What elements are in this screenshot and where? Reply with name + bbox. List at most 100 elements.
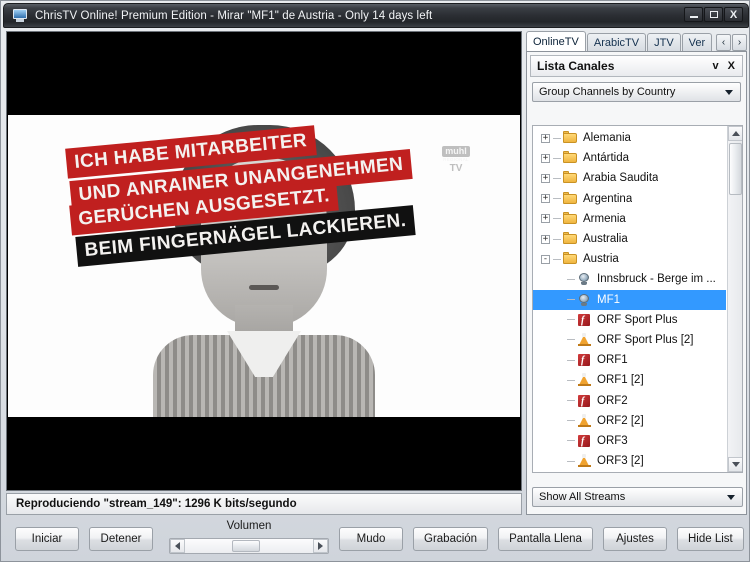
tab-next-icon[interactable]: ›: [732, 34, 747, 51]
watermark-bottom-text: TV: [449, 163, 463, 175]
tree-row-selected[interactable]: MF1: [533, 289, 726, 310]
tree-row[interactable]: + Armenia: [533, 209, 726, 229]
group-channels-combo[interactable]: Group Channels by Country: [532, 82, 741, 102]
collapse-icon[interactable]: v: [713, 60, 719, 72]
tree-row[interactable]: + Australia: [533, 229, 726, 249]
flash-icon: f: [577, 313, 592, 327]
watermark-mid-text: REGIONAL: [443, 157, 469, 163]
panel-tabs: OnlineTV ArabicTV JTV Ver ‹ ›: [526, 31, 747, 51]
tree-row-label: Innsbruck - Berge im ...: [597, 273, 716, 286]
tree-row[interactable]: Innsbruck - Berge im ...: [533, 269, 726, 289]
show-streams-combo[interactable]: Show All Streams: [532, 487, 743, 507]
tree-row[interactable]: Radio Grün-Weiss: [533, 471, 726, 472]
webcam-icon: [577, 293, 592, 307]
volume-thumb[interactable]: [232, 540, 260, 552]
settings-button[interactable]: Ajustes: [602, 527, 667, 551]
minimize-button[interactable]: [684, 7, 703, 22]
channel-tree[interactable]: + Alemania + Antártida + Arabia Saudita + Argen…: [532, 125, 743, 473]
tree-row-label: MF1: [597, 293, 620, 306]
video-panel[interactable]: ICH HABE MITARBEITER UND ANRAINER UNANGE…: [6, 31, 522, 491]
tree-row[interactable]: f ORF3: [533, 431, 726, 451]
scroll-down-button[interactable]: [728, 457, 742, 472]
tree-row[interactable]: + Antártida: [533, 148, 726, 168]
tree-row-label: Arabia Saudita: [583, 172, 659, 185]
tree-expander[interactable]: +: [541, 214, 550, 224]
folder-icon: [563, 131, 578, 145]
vlc-icon: [577, 332, 592, 347]
tree-expander[interactable]: +: [541, 153, 550, 163]
tree-row-label: Armenia: [583, 212, 626, 225]
stop-button[interactable]: Detener: [89, 527, 153, 551]
vlc-icon: [577, 454, 592, 468]
start-button[interactable]: Iniciar: [15, 527, 79, 551]
chevron-down-icon: [725, 90, 733, 95]
show-streams-value: Show All Streams: [539, 491, 626, 503]
webcam-icon: [577, 272, 592, 286]
tree-expander[interactable]: +: [541, 133, 550, 143]
tab-arabictv[interactable]: ArabicTV: [586, 33, 647, 51]
video-frame: ICH HABE MITARBEITER UND ANRAINER UNANGE…: [8, 115, 520, 417]
volume-up-icon[interactable]: [313, 539, 328, 553]
fullscreen-button[interactable]: Pantalla Llena: [498, 527, 593, 551]
volume-control[interactable]: Volumen: [169, 520, 329, 557]
channel-list-panel: OnlineTV ArabicTV JTV Ver ‹ › Lista Cana…: [526, 31, 747, 515]
tab-ver[interactable]: Ver: [681, 33, 713, 51]
status-text: Reproduciendo "stream_149": 1296 K bits/…: [16, 498, 297, 510]
tree-row-label: ORF3: [597, 434, 628, 447]
tree-scrollbar[interactable]: [727, 126, 742, 472]
maximize-button[interactable]: [704, 7, 723, 22]
volume-down-icon[interactable]: [170, 539, 185, 553]
tab-prev-icon[interactable]: ‹: [716, 34, 731, 51]
tree-row[interactable]: ORF2 [2]: [533, 411, 726, 431]
tab-jtv[interactable]: JTV: [647, 33, 681, 51]
monitor-icon: [12, 8, 28, 23]
status-bar: Reproduciendo "stream_149": 1296 K bits/…: [6, 493, 522, 515]
list-header: Lista Canales v X: [530, 55, 743, 77]
volume-slider[interactable]: [169, 538, 329, 554]
folder-icon: [563, 232, 578, 246]
mute-button[interactable]: Mudo: [339, 527, 403, 551]
flash-icon: f: [577, 394, 592, 408]
window-title: ChrisTV Online! Premium Edition - Mirar …: [35, 9, 433, 22]
tree-row[interactable]: f ORF2: [533, 390, 726, 410]
folder-icon: [563, 151, 578, 165]
tree-row-label: ORF3 [2]: [597, 455, 644, 468]
flash-icon: f: [577, 434, 592, 448]
tree-row[interactable]: ORF3 [2]: [533, 451, 726, 471]
folder-icon: [563, 252, 578, 266]
list-title: Lista Canales: [537, 59, 615, 73]
tree-row-label: Antártida: [583, 152, 630, 165]
folder-icon: [563, 211, 578, 226]
video-surface: ICH HABE MITARBEITER UND ANRAINER UNANGE…: [8, 33, 520, 489]
vlc-icon: [577, 413, 592, 428]
tree-row[interactable]: ORF1 [2]: [533, 370, 726, 390]
scroll-thumb[interactable]: [729, 143, 742, 195]
tree-row[interactable]: - Austria: [533, 249, 726, 269]
tree-row[interactable]: + Argentina: [533, 189, 726, 209]
tab-onlinetv[interactable]: OnlineTV: [526, 31, 586, 51]
tree-row[interactable]: f ORF1: [533, 350, 726, 370]
tree-row[interactable]: + Alemania: [533, 128, 726, 148]
vlc-icon: [577, 373, 592, 387]
record-button[interactable]: Grabación: [413, 527, 489, 551]
chevron-down-icon-2: [727, 495, 735, 500]
title-bar: ChrisTV Online! Premium Edition - Mirar …: [3, 3, 749, 28]
tree-row-label: Austria: [583, 253, 619, 266]
watermark-top-text: muhl: [442, 145, 470, 158]
tree-row-label: ORF2: [597, 394, 628, 407]
tree-row[interactable]: + Arabia Saudita: [533, 168, 726, 188]
tree-row-label: Alemania: [583, 132, 631, 145]
tree-row[interactable]: ORF Sport Plus [2]: [533, 330, 726, 350]
hide-list-button[interactable]: Hide List: [676, 527, 744, 551]
close-list-icon[interactable]: X: [728, 60, 735, 72]
tree-expander[interactable]: +: [541, 234, 550, 244]
scroll-up-button[interactable]: [728, 126, 742, 141]
application-window: ChrisTV Online! Premium Edition - Mirar …: [0, 0, 750, 562]
tree-expander[interactable]: -: [541, 254, 550, 264]
tree-row-label: ORF1: [597, 354, 628, 367]
tree-expander[interactable]: +: [541, 173, 550, 183]
tree-expander[interactable]: +: [541, 194, 550, 204]
folder-icon: [563, 171, 578, 185]
close-button[interactable]: X: [724, 7, 743, 22]
tree-row[interactable]: f ORF Sport Plus: [533, 310, 726, 330]
